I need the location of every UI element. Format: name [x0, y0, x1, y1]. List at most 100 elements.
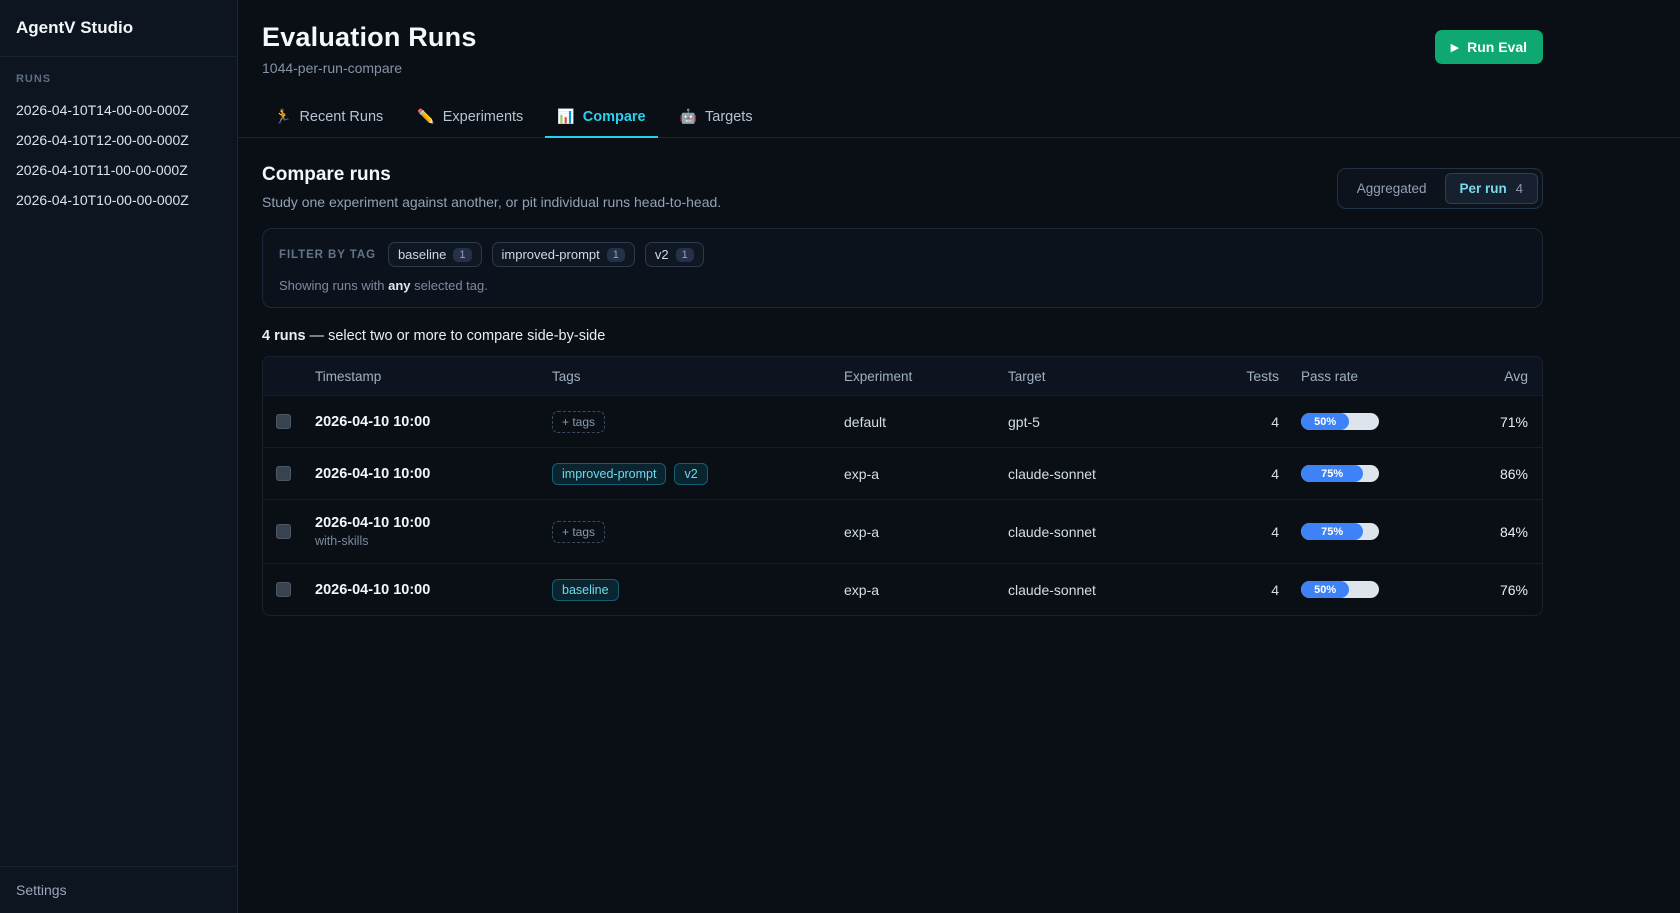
tab-label: Recent Runs	[299, 109, 383, 125]
run-avg: 76%	[1429, 582, 1542, 598]
col-timestamp: Timestamp	[315, 369, 552, 384]
col-tests: Tests	[1231, 368, 1279, 384]
pass-rate-fill: 50%	[1301, 413, 1349, 430]
tag-filter-baseline[interactable]: baseline 1	[388, 242, 482, 267]
tag-filter-v2[interactable]: v2 1	[645, 242, 704, 267]
run-tests: 4	[1231, 414, 1279, 430]
robot-icon: 🤖	[680, 108, 697, 125]
runs-table: Timestamp Tags Experiment Target Tests P…	[262, 356, 1543, 616]
run-target: claude-sonnet	[1008, 524, 1231, 540]
pass-rate-bar: 50%	[1301, 581, 1379, 598]
compare-section: Compare runs Study one experiment agains…	[238, 138, 1567, 616]
page-subtitle: 1044-per-run-compare	[262, 60, 477, 76]
sidebar-run-item[interactable]: 2026-04-10T11-00-00-000Z	[0, 155, 237, 185]
pass-rate-label: 50%	[1314, 416, 1336, 428]
run-timestamp: 2026-04-10 10:00 with-skills	[315, 515, 552, 548]
tag-filter-improved-prompt[interactable]: improved-prompt 1	[492, 242, 635, 267]
pencil-icon: ✏️	[417, 108, 434, 125]
tab-experiments[interactable]: ✏️ Experiments	[405, 98, 535, 138]
tab-label: Experiments	[443, 109, 524, 125]
tab-recent-runs[interactable]: 🏃 Recent Runs	[262, 98, 395, 138]
tag-name: baseline	[398, 247, 446, 262]
row-select-checkbox[interactable]	[276, 414, 291, 429]
pass-rate-bar: 75%	[1301, 465, 1379, 482]
pass-rate-label: 50%	[1314, 584, 1336, 596]
runner-icon: 🏃	[274, 108, 291, 125]
tab-compare[interactable]: 📊 Compare	[545, 98, 657, 138]
aggregated-toggle-button[interactable]: Aggregated	[1342, 173, 1442, 204]
table-row: 2026-04-10 10:00 improved-prompt v2 exp-…	[263, 447, 1542, 499]
pass-rate-bar: 75%	[1301, 523, 1379, 540]
tab-label: Targets	[705, 109, 753, 125]
view-mode-toggle: Aggregated Per run 4	[1337, 168, 1543, 209]
table-row: 2026-04-10 10:00 + tags default gpt-5 4 …	[263, 395, 1542, 447]
run-timestamp: 2026-04-10 10:00	[315, 466, 552, 482]
run-tests: 4	[1231, 524, 1279, 540]
col-pass-rate: Pass rate	[1279, 369, 1429, 384]
aggregated-label: Aggregated	[1357, 181, 1427, 196]
pass-rate-fill: 75%	[1301, 523, 1363, 540]
col-avg: Avg	[1429, 368, 1542, 384]
tag-name: improved-prompt	[502, 247, 600, 262]
pass-rate-bar: 50%	[1301, 413, 1379, 430]
per-run-label: Per run	[1460, 181, 1507, 196]
run-experiment: default	[844, 414, 1008, 430]
add-tags-button[interactable]: + tags	[552, 521, 605, 543]
col-experiment: Experiment	[844, 369, 1008, 384]
tag-count-badge: 1	[453, 248, 471, 262]
tab-bar: 🏃 Recent Runs ✏️ Experiments 📊 Compare 🤖…	[238, 98, 1680, 138]
page-title: Evaluation Runs	[262, 22, 477, 53]
run-avg: 84%	[1429, 524, 1542, 540]
filter-hint: Showing runs with any selected tag.	[279, 278, 1526, 293]
runs-summary: 4 runs — select two or more to compare s…	[262, 328, 1543, 344]
run-tag-chip[interactable]: v2	[674, 463, 707, 485]
run-experiment: exp-a	[844, 582, 1008, 598]
compare-title: Compare runs	[262, 164, 721, 186]
app-title: AgentV Studio	[0, 0, 237, 57]
run-experiment: exp-a	[844, 524, 1008, 540]
run-eval-button[interactable]: ▶ Run Eval	[1435, 30, 1543, 64]
sidebar-spacer	[0, 215, 237, 866]
add-tags-button[interactable]: + tags	[552, 411, 605, 433]
filter-hint-any: any	[388, 278, 410, 293]
run-tag-chip[interactable]: improved-prompt	[552, 463, 666, 485]
tab-targets[interactable]: 🤖 Targets	[668, 98, 765, 138]
filter-by-tag-label: FILTER BY TAG	[279, 249, 376, 261]
run-timestamp: 2026-04-10 10:00	[315, 414, 552, 430]
per-run-toggle-button[interactable]: Per run 4	[1445, 173, 1539, 204]
sidebar-run-item[interactable]: 2026-04-10T10-00-00-000Z	[0, 185, 237, 215]
run-tests: 4	[1231, 582, 1279, 598]
runs-section-label: RUNS	[0, 57, 237, 95]
run-eval-label: Run Eval	[1467, 39, 1527, 55]
run-tag-chip[interactable]: baseline	[552, 579, 619, 601]
row-select-checkbox[interactable]	[276, 524, 291, 539]
per-run-count-badge: 4	[1516, 181, 1523, 196]
run-tests: 4	[1231, 466, 1279, 482]
pass-rate-label: 75%	[1321, 526, 1343, 538]
tag-count-badge: 1	[607, 248, 625, 262]
main-content: Evaluation Runs 1044-per-run-compare ▶ R…	[238, 0, 1680, 913]
pass-rate-fill: 75%	[1301, 465, 1363, 482]
row-select-checkbox[interactable]	[276, 582, 291, 597]
run-target: gpt-5	[1008, 414, 1231, 430]
run-target: claude-sonnet	[1008, 582, 1231, 598]
tag-name: v2	[655, 247, 669, 262]
run-timestamp: 2026-04-10 10:00	[315, 582, 552, 598]
tab-label: Compare	[583, 109, 646, 125]
sidebar-run-item[interactable]: 2026-04-10T12-00-00-000Z	[0, 125, 237, 155]
pass-rate-label: 75%	[1321, 468, 1343, 480]
compare-subtitle: Study one experiment against another, or…	[262, 194, 721, 210]
tag-filter-card: FILTER BY TAG baseline 1 improved-prompt…	[262, 228, 1543, 308]
pass-rate-fill: 50%	[1301, 581, 1349, 598]
sidebar-run-item[interactable]: 2026-04-10T14-00-00-000Z	[0, 95, 237, 125]
run-avg: 86%	[1429, 466, 1542, 482]
bar-chart-icon: 📊	[557, 108, 574, 125]
row-select-checkbox[interactable]	[276, 466, 291, 481]
play-icon: ▶	[1451, 41, 1459, 54]
tag-count-badge: 1	[676, 248, 694, 262]
col-target: Target	[1008, 369, 1231, 384]
col-tags: Tags	[552, 369, 844, 384]
settings-link[interactable]: Settings	[0, 866, 237, 913]
sidebar: AgentV Studio RUNS 2026-04-10T14-00-00-0…	[0, 0, 238, 913]
table-row: 2026-04-10 10:00 with-skills + tags exp-…	[263, 499, 1542, 563]
